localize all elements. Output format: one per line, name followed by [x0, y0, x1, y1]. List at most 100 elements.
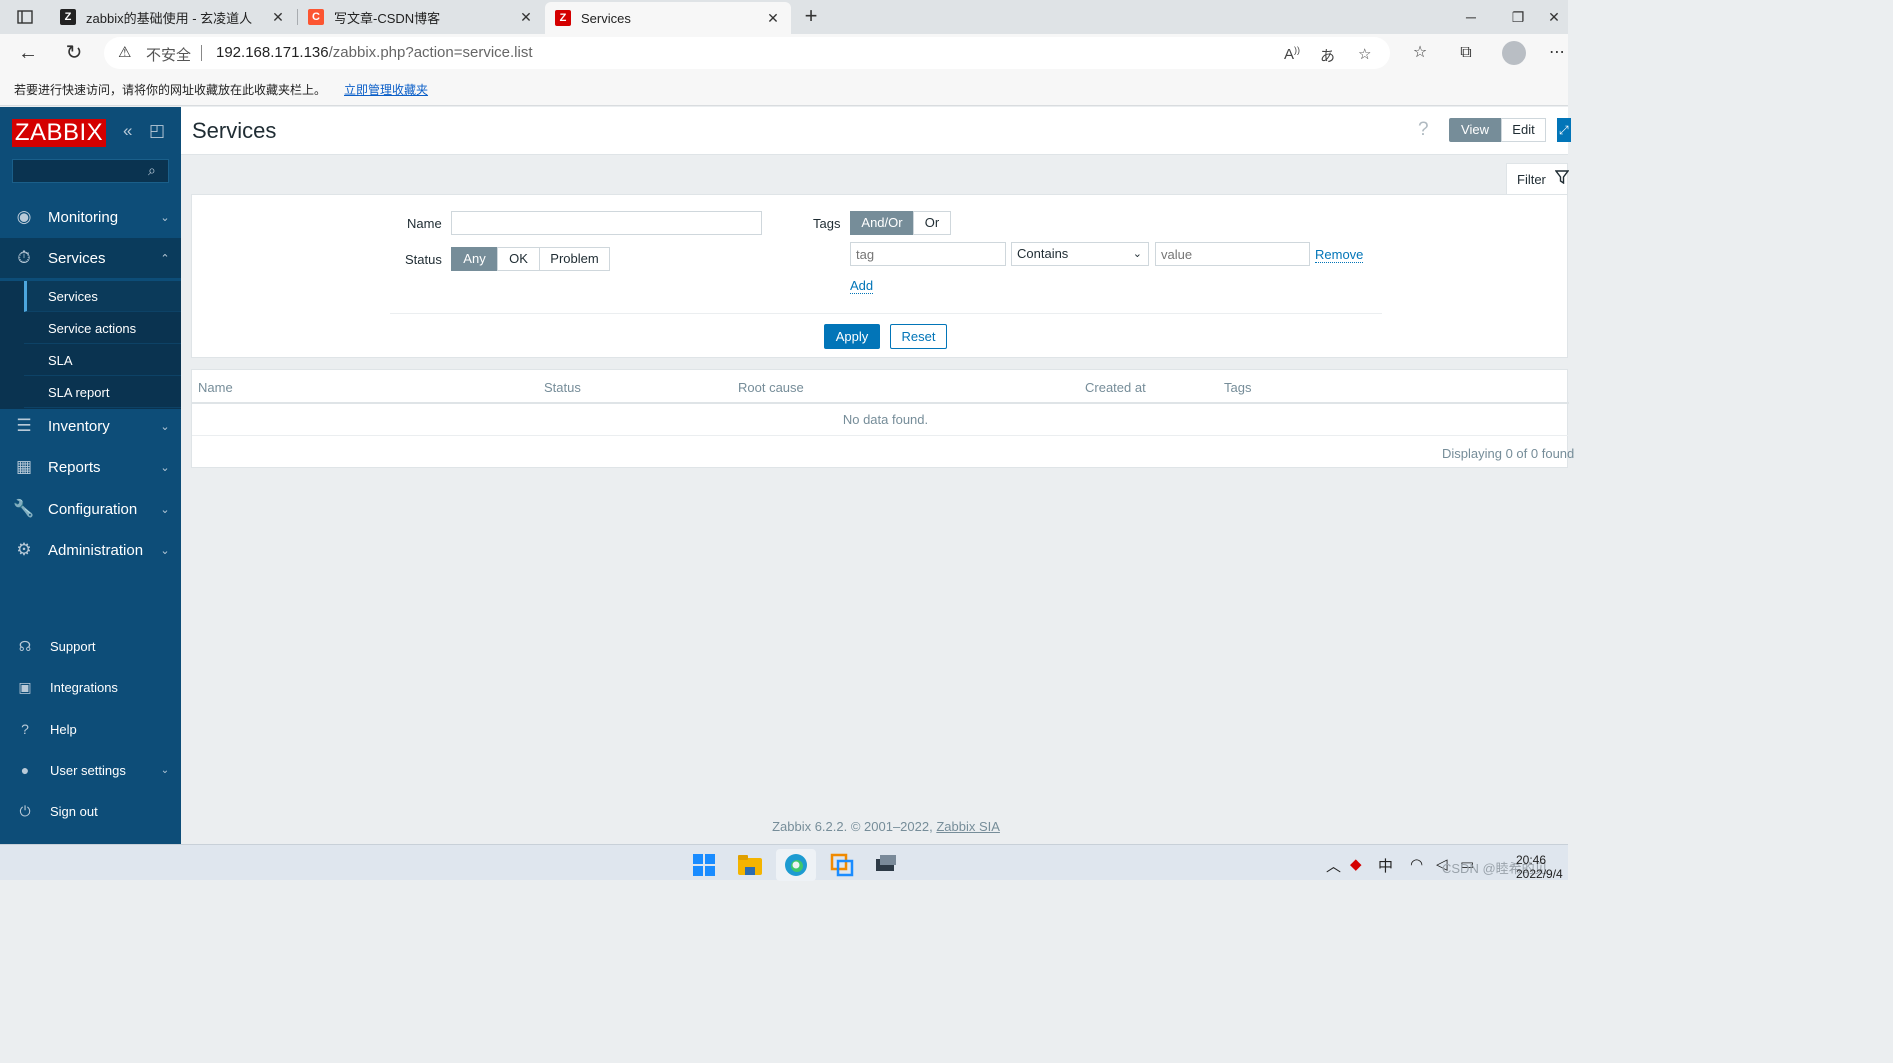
zabbix-sia-link[interactable]: Zabbix SIA	[936, 819, 1000, 834]
column-created-at: Created at	[1085, 380, 1146, 395]
bar-chart-icon: ▦	[15, 457, 33, 476]
menu-help[interactable]: ? Help	[0, 713, 181, 745]
start-icon[interactable]	[684, 849, 724, 881]
translate-icon[interactable]: あ	[1320, 45, 1335, 66]
status-ok-option[interactable]: OK	[497, 247, 540, 271]
sidebar: ZABBIX « ◰ ⌕ ◉ Monitoring ⌄ ⏱ Services ⌃…	[0, 107, 181, 844]
menu-label: Services	[48, 249, 106, 267]
add-tag-link[interactable]: Add	[850, 278, 874, 294]
edit-mode-button[interactable]: Edit	[1501, 118, 1546, 142]
user-icon: ●	[20, 762, 30, 778]
insecure-label[interactable]: 不安全	[146, 44, 191, 65]
warning-icon[interactable]: ⚠	[118, 43, 131, 61]
profile-avatar[interactable]	[1502, 41, 1526, 65]
chevron-up-icon: ⌃	[160, 252, 170, 265]
url-text[interactable]: 192.168.171.136/zabbix.php?action=servic…	[216, 44, 533, 61]
qq-icon[interactable]: ◆	[1350, 855, 1362, 873]
chevron-down-icon: ⌄	[160, 211, 170, 224]
services-submenu: Services Service actions SLA SLA report	[0, 281, 181, 409]
tab-title: 写文章-CSDN博客	[334, 10, 441, 26]
clock[interactable]: 20:46 2022/9/4	[1516, 853, 1563, 881]
browser-tab-services[interactable]: Z Services ✕	[545, 2, 791, 34]
manage-favorites-link[interactable]: 立即管理收藏夹	[344, 81, 428, 98]
collections-icon[interactable]: ⧉	[1452, 41, 1480, 65]
browser-tab-csdn[interactable]: C 写文章-CSDN博客 ✕	[298, 2, 544, 32]
edge-browser-icon[interactable]	[776, 849, 816, 881]
minimize-button[interactable]: ─	[1448, 4, 1494, 30]
menu-administration[interactable]: ⚙ Administration ⌄	[0, 530, 181, 570]
remove-tag-link[interactable]: Remove	[1315, 247, 1364, 263]
back-button[interactable]: ←	[14, 40, 42, 66]
eye-icon: ◉	[16, 207, 32, 226]
menu-integrations[interactable]: ▣ Integrations	[0, 671, 181, 703]
filter-tab[interactable]: Filter	[1506, 163, 1570, 195]
menu-label: Sign out	[50, 803, 98, 819]
column-tags: Tags	[1224, 380, 1252, 395]
column-root-cause: Root cause	[738, 380, 804, 395]
list-icon: ☰	[16, 416, 32, 435]
view-mode-button[interactable]: View	[1449, 118, 1501, 142]
menu-reports[interactable]: ▦ Reports ⌄	[0, 447, 181, 487]
address-bar[interactable]: ⚠ 不安全 192.168.171.136/zabbix.php?action=…	[104, 37, 1390, 69]
restore-button[interactable]: ❐	[1495, 4, 1541, 30]
tag-operator-select[interactable]: Contains ⌄	[1011, 242, 1149, 266]
apply-button[interactable]: Apply	[824, 324, 880, 349]
zabbix-logo[interactable]: ZABBIX	[12, 119, 106, 147]
tray-overflow-icon[interactable]: ︿	[1326, 855, 1341, 876]
favorites-icon[interactable]: ☆	[1406, 41, 1434, 65]
collapse-sidebar-icon[interactable]: «	[123, 121, 132, 141]
submenu-service-actions[interactable]: Service actions	[24, 313, 181, 344]
tab-actions-icon[interactable]	[10, 7, 40, 27]
close-window-button[interactable]: ✕	[1540, 4, 1568, 30]
reload-button[interactable]: ↻	[60, 40, 88, 66]
more-icon[interactable]: ⋯	[1546, 41, 1568, 65]
fullscreen-icon[interactable]: ⤢	[1557, 118, 1571, 142]
tag-input[interactable]	[850, 242, 1006, 266]
submenu-services[interactable]: Services	[24, 281, 181, 312]
tag-value-input[interactable]	[1155, 242, 1310, 266]
menu-label: Integrations	[50, 679, 118, 695]
file-explorer-icon[interactable]	[730, 849, 770, 881]
integrations-icon: ▣	[18, 678, 32, 695]
column-name[interactable]: Name	[198, 380, 233, 395]
table-header-divider	[192, 402, 1569, 404]
menu-support[interactable]: ☊ Support	[0, 630, 181, 662]
close-icon[interactable]: ✕	[270, 9, 286, 26]
help-icon[interactable]: ?	[1418, 119, 1429, 141]
menu-sign-out[interactable]: ⏻ Sign out	[0, 795, 181, 827]
ime-indicator[interactable]: 中	[1378, 855, 1393, 876]
menu-inventory[interactable]: ☰ Inventory ⌄	[0, 406, 181, 446]
reset-button[interactable]: Reset	[890, 324, 947, 349]
read-aloud-icon[interactable]: A))	[1284, 45, 1300, 63]
empty-table-message: No data found.	[842, 412, 929, 427]
tags-or-option[interactable]: Or	[913, 211, 951, 235]
add-favorite-icon[interactable]: ☆	[1358, 45, 1371, 63]
menu-configuration[interactable]: 🔧 Configuration ⌄	[0, 489, 181, 529]
close-icon[interactable]: ✕	[765, 10, 781, 27]
tags-and-or-option[interactable]: And/Or	[850, 211, 914, 235]
menu-services[interactable]: ⏱ Services ⌃	[0, 238, 181, 278]
filter-icon	[1554, 170, 1570, 188]
status-any-option[interactable]: Any	[451, 247, 498, 271]
close-icon[interactable]: ✕	[518, 9, 534, 26]
submenu-sla-report[interactable]: SLA report	[24, 377, 181, 408]
vmware-icon[interactable]	[822, 849, 862, 881]
tab-title: Services	[581, 10, 631, 26]
menu-user-settings[interactable]: ● User settings ⌄	[0, 754, 181, 786]
search-icon[interactable]: ⌕	[148, 162, 156, 179]
submenu-sla[interactable]: SLA	[24, 345, 181, 376]
new-tab-button[interactable]: +	[798, 4, 824, 30]
sidebar-search-input[interactable]	[12, 159, 169, 183]
name-input[interactable]	[451, 211, 762, 235]
footer-copyright: Zabbix 6.2.2. © 2001–2022,	[772, 819, 933, 834]
remote-desktop-icon[interactable]	[866, 849, 906, 881]
menu-label: Support	[50, 638, 96, 654]
menu-monitoring[interactable]: ◉ Monitoring ⌄	[0, 197, 181, 237]
table-row-divider	[192, 435, 1569, 436]
wifi-icon[interactable]: ◠	[1410, 855, 1423, 873]
status-problem-option[interactable]: Problem	[539, 247, 610, 271]
column-status[interactable]: Status	[544, 380, 581, 395]
browser-tab-zabbix-blog[interactable]: Z zabbix的基础使用 - 玄凌道人 ✕	[50, 2, 296, 32]
favorites-bar: 若要进行快速访问，请将你的网址收藏放在此收藏夹栏上。 立即管理收藏夹	[0, 72, 1568, 106]
hide-sidebar-icon[interactable]: ◰	[149, 121, 165, 141]
